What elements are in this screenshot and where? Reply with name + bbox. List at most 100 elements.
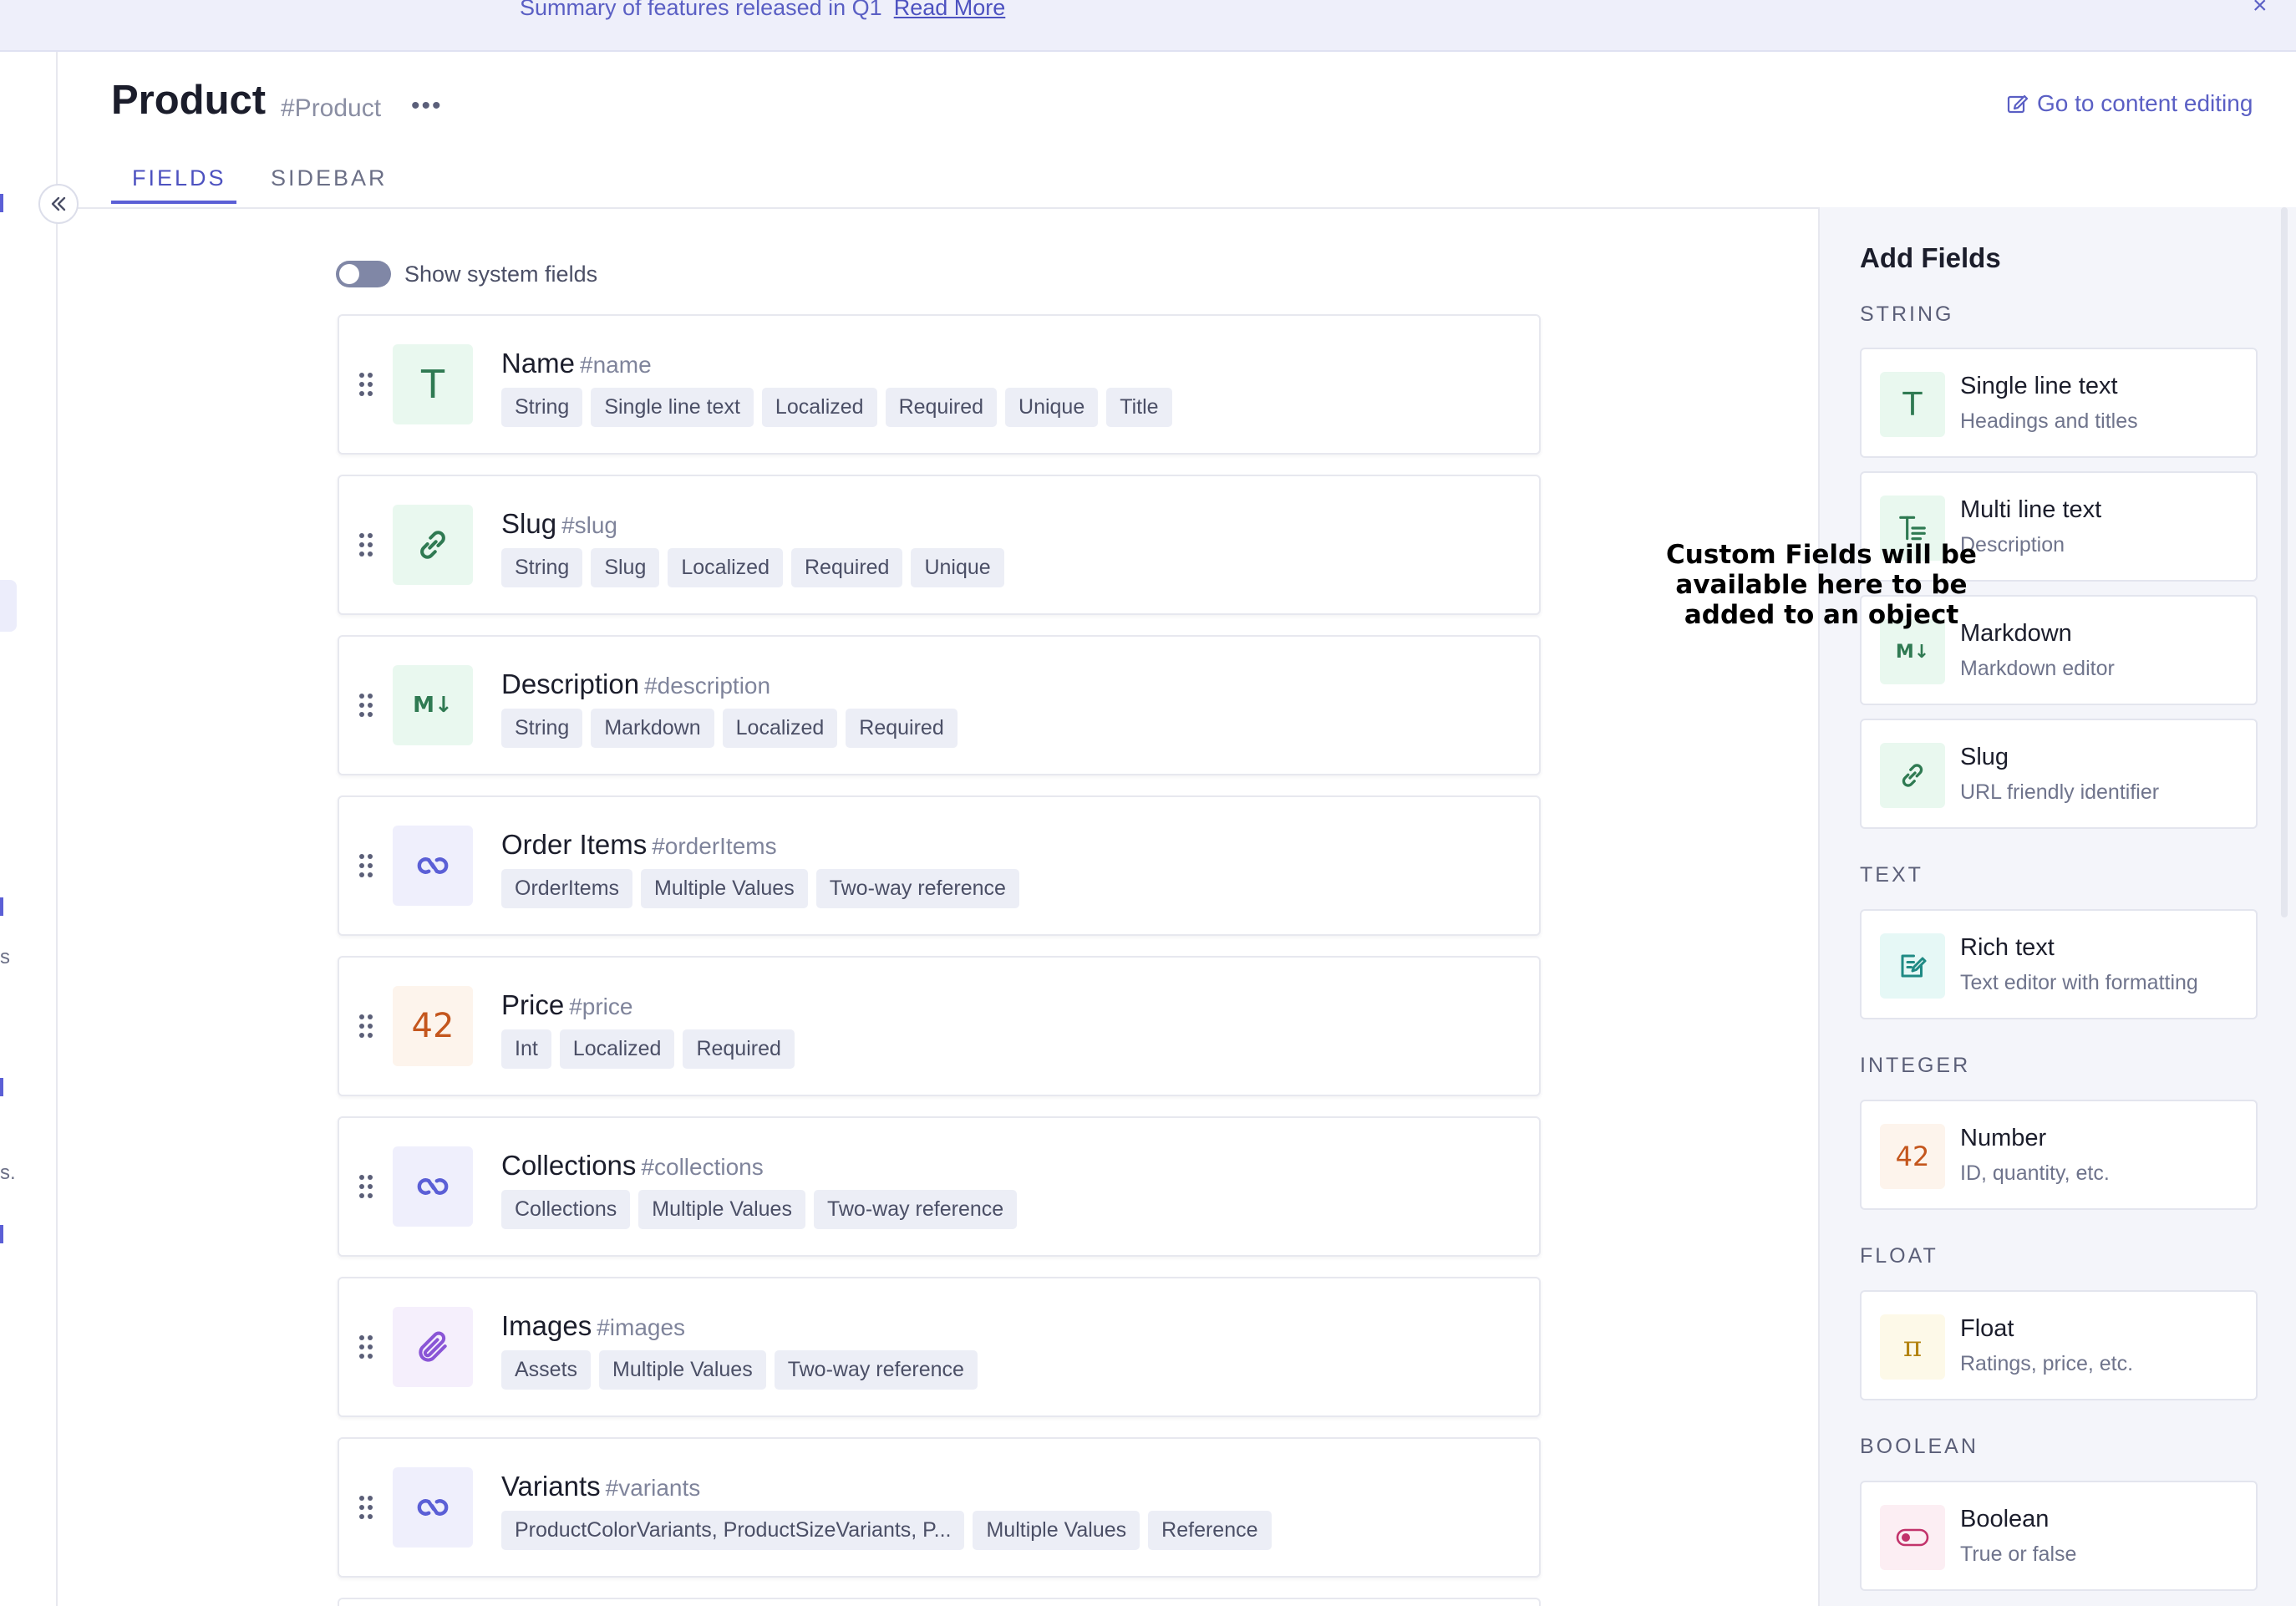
add-field-subtitle: Markdown editor: [1960, 657, 2115, 680]
announcement-banner: Summary of features released in Q1 Read M…: [0, 0, 2296, 52]
field-card[interactable]: 42 Price #price Int Localized Required: [338, 956, 1541, 1096]
nav-indicator: [0, 1078, 3, 1096]
field-api-id: #orderItems: [652, 833, 777, 859]
add-field-title: Float: [1960, 1315, 2014, 1342]
tag: Localized: [761, 388, 877, 427]
drag-handle-icon[interactable]: [358, 531, 374, 558]
text-glyph: T: [420, 362, 445, 407]
nav-label-fragment[interactable]: s.: [0, 1161, 16, 1185]
field-name: Name: [501, 348, 576, 379]
add-field-title: Rich text: [1960, 934, 2055, 961]
add-field-slug[interactable]: Slug URL friendly identifier: [1860, 719, 2258, 829]
field-card[interactable]: Variants #variants ProductColorVariants, …: [338, 1437, 1541, 1578]
drag-handle-icon[interactable]: [358, 1173, 374, 1200]
add-field-float[interactable]: π Float Ratings, price, etc.: [1860, 1290, 2258, 1400]
field-tags: ProductColorVariants, ProductSizeVariant…: [501, 1511, 1272, 1550]
field-api-id: #images: [597, 1314, 686, 1340]
add-field-title: Slug: [1960, 744, 2009, 770]
go-to-content-editing-link[interactable]: Go to content editing: [2007, 90, 2253, 117]
field-name: Order Items: [501, 829, 648, 860]
tag: Two-way reference: [813, 1190, 1018, 1229]
drag-handle-icon[interactable]: [358, 1494, 374, 1521]
reference-icon: [393, 826, 473, 906]
tag: String: [501, 709, 583, 748]
field-card[interactable]: Slug #slug String Slug Localized Required…: [338, 475, 1541, 615]
tag: Localized: [668, 548, 783, 587]
field-tags: String Markdown Localized Required: [501, 709, 958, 748]
field-card[interactable]: Collections #collections Collections Mult…: [338, 1116, 1541, 1257]
custom-fields-annotation: Custom Fields will be available here to …: [1666, 540, 1977, 630]
collapse-sidebar-button[interactable]: [38, 184, 79, 224]
field-title: Price #price: [501, 989, 632, 1021]
field-api-id: #price: [569, 994, 633, 1019]
field-title: Variants #variants: [501, 1471, 700, 1502]
section-label-integer: INTEGER: [1860, 1054, 1971, 1077]
field-api-id: #name: [580, 352, 652, 378]
tag: ProductColorVariants, ProductSizeVariant…: [501, 1511, 965, 1550]
integer-glyph: 42: [1895, 1141, 1930, 1172]
show-system-fields-toggle[interactable]: [336, 261, 391, 287]
tag: Multiple Values: [973, 1511, 1140, 1550]
paperclip-icon: [393, 1307, 473, 1387]
field-api-id: #slug: [561, 512, 617, 538]
tag: Required: [791, 548, 903, 587]
markdown-glyph: M↓: [1895, 641, 1930, 663]
read-more-link[interactable]: Read More: [894, 0, 1006, 20]
section-label-string: STRING: [1860, 302, 1954, 326]
text-icon: T: [1880, 372, 1945, 437]
field-card[interactable]: M↓ Description #description String Markdo…: [338, 635, 1541, 775]
integer-glyph: 42: [411, 1007, 455, 1045]
close-icon[interactable]: ×: [2253, 0, 2268, 20]
tag: Required: [885, 388, 998, 427]
tab-sidebar[interactable]: SIDEBAR: [271, 165, 388, 191]
field-card-partial[interactable]: [338, 1598, 1541, 1606]
field-api-id: #collections: [641, 1154, 764, 1180]
markdown-glyph: M↓: [413, 693, 453, 718]
field-tags: Collections Multiple Values Two-way refe…: [501, 1190, 1018, 1229]
tab-fields[interactable]: FIELDS: [132, 165, 226, 191]
tag: String: [501, 388, 583, 427]
nav-indicator: [0, 897, 3, 916]
section-label-boolean: BOOLEAN: [1860, 1435, 1979, 1458]
model-api-id: #Product: [281, 94, 382, 122]
tag: Two-way reference: [815, 869, 1019, 908]
add-fields-title: Add Fields: [1860, 242, 2001, 273]
drag-handle-icon[interactable]: [358, 371, 374, 398]
drag-handle-icon[interactable]: [358, 692, 374, 719]
field-tags: Assets Multiple Values Two-way reference: [501, 1350, 978, 1390]
field-tags: Int Localized Required: [501, 1029, 795, 1069]
drag-handle-icon[interactable]: [358, 1013, 374, 1039]
reference-icon: [393, 1146, 473, 1227]
add-field-rich-text[interactable]: Rich text Text editor with formatting: [1860, 909, 2258, 1019]
nav-active-item[interactable]: [0, 580, 17, 632]
add-field-subtitle: Text editor with formatting: [1960, 971, 2198, 994]
field-title: Name #name: [501, 348, 652, 379]
nav-label-fragment[interactable]: s: [0, 946, 10, 969]
add-field-subtitle: True or false: [1960, 1542, 2077, 1566]
add-field-boolean[interactable]: Boolean True or false: [1860, 1481, 2258, 1591]
add-field-single-line-text[interactable]: T Single line text Headings and titles: [1860, 348, 2258, 458]
more-options-button[interactable]: •••: [411, 92, 443, 120]
field-title: Images #images: [501, 1310, 685, 1342]
toggle-knob: [339, 264, 359, 284]
tag: Localized: [559, 1029, 675, 1069]
tag: Multiple Values: [638, 1190, 805, 1229]
field-card[interactable]: Images #images Assets Multiple Values Two…: [338, 1277, 1541, 1417]
field-card[interactable]: Order Items #orderItems OrderItems Multip…: [338, 795, 1541, 936]
field-title: Description #description: [501, 668, 770, 700]
drag-handle-icon[interactable]: [358, 852, 374, 879]
field-title: Collections #collections: [501, 1150, 764, 1182]
panel-scrollbar[interactable]: [2281, 207, 2288, 917]
integer-icon: 42: [1880, 1124, 1945, 1189]
tag: Single line text: [591, 388, 754, 427]
rich-text-icon: [1880, 933, 1945, 999]
field-tags: String Slug Localized Required Unique: [501, 548, 1004, 587]
tag: Unique: [1005, 388, 1099, 427]
tag: String: [501, 548, 583, 587]
add-field-number[interactable]: 42 Number ID, quantity, etc.: [1860, 1100, 2258, 1210]
drag-handle-icon[interactable]: [358, 1334, 374, 1360]
add-field-title: Single line text: [1960, 373, 2118, 399]
tag: Title: [1106, 388, 1172, 427]
field-card[interactable]: T Name #name String Single line text Loca…: [338, 314, 1541, 455]
left-navigation-rail: s s.: [0, 52, 58, 1606]
